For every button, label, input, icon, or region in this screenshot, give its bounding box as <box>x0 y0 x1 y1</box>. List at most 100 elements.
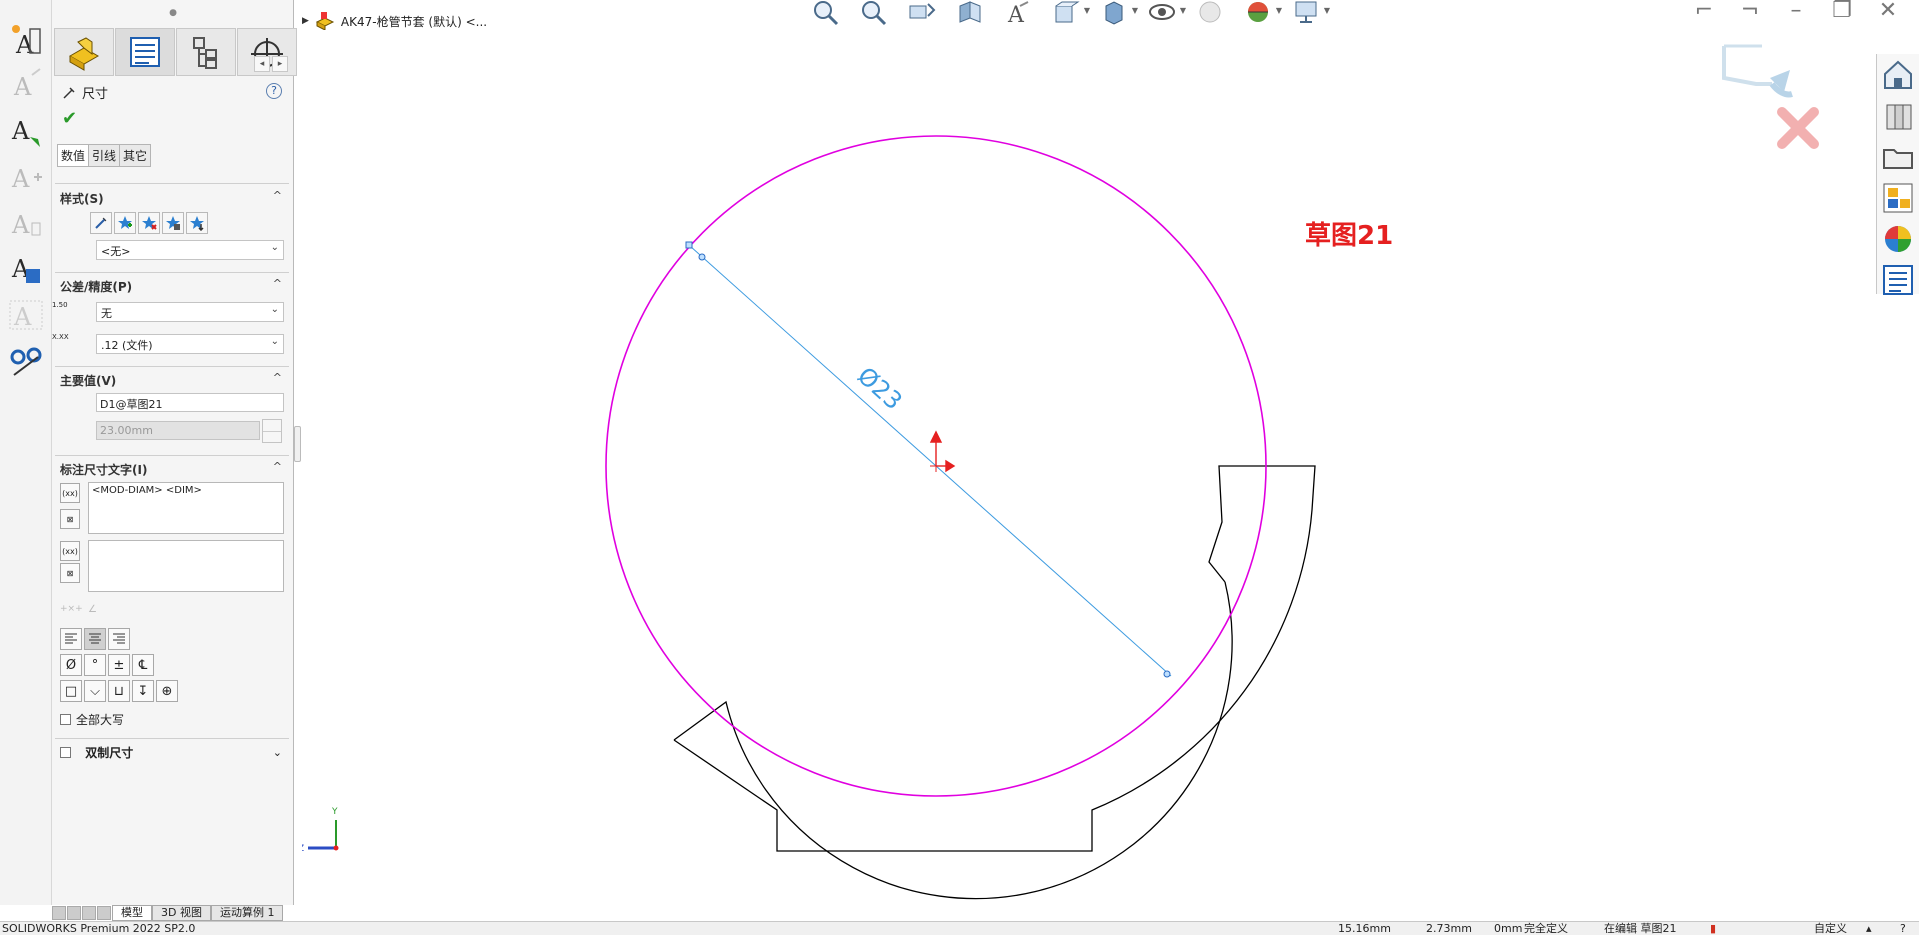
panel-grip[interactable]: ● <box>52 8 294 30</box>
dimension-name-input[interactable]: D1@草图21 <box>96 393 284 412</box>
save-style-icon[interactable] <box>162 212 184 234</box>
collapse-icon[interactable]: ^ <box>273 277 282 290</box>
plus-minus-symbol-button[interactable]: ± <box>108 654 130 676</box>
display-style-icon[interactable]: ▼ <box>1094 0 1138 26</box>
previous-view-icon[interactable] <box>902 0 942 26</box>
dimension-text-group-header[interactable]: 标注尺寸文字(I) ^ <box>60 460 286 478</box>
apply-scene-icon[interactable]: ▼ <box>1238 0 1282 26</box>
load-style-icon[interactable] <box>186 212 208 234</box>
tab-value[interactable]: 数值 <box>57 144 90 167</box>
first-tab-icon[interactable] <box>52 906 66 920</box>
datum-feature-icon[interactable]: A <box>7 250 45 288</box>
tab-3d-views[interactable]: 3D 视图 <box>152 905 211 921</box>
collapse-icon[interactable]: ^ <box>273 460 282 473</box>
balloon-icon[interactable]: A <box>7 64 45 102</box>
units-up-icon[interactable]: ▴ <box>1866 922 1872 935</box>
help-button[interactable]: ? <box>266 83 282 99</box>
weld-symbol-icon[interactable]: A <box>7 158 45 196</box>
apply-default-style-icon[interactable] <box>90 212 112 234</box>
dropdown-arrow-icon[interactable]: ▼ <box>1276 6 1282 15</box>
smart-dimension-note-icon[interactable]: A <box>7 22 45 60</box>
geometric-tolerance-icon[interactable]: A <box>7 296 45 334</box>
dropdown-arrow-icon[interactable]: ▼ <box>1324 6 1330 15</box>
dimension-text-area-2[interactable] <box>88 540 284 592</box>
restore-left-icon[interactable]: ⌐ <box>1690 0 1718 22</box>
tab-scroll-right-icon[interactable]: ▸ <box>272 56 288 72</box>
expand-icon[interactable]: ⌄ <box>273 746 282 759</box>
checkbox-box[interactable] <box>60 714 71 725</box>
restore-icon[interactable]: ❐ <box>1828 0 1856 22</box>
tab-other[interactable]: 其它 <box>119 144 152 167</box>
tab-property-manager[interactable] <box>115 28 175 76</box>
square-symbol-icon[interactable]: □ <box>60 680 82 702</box>
panel-splitter[interactable] <box>294 426 301 462</box>
more-symbols-icon[interactable]: ⊕ <box>156 680 178 702</box>
centerline-symbol-button[interactable]: ℄ <box>132 654 154 676</box>
minimize-icon[interactable]: – <box>1782 0 1810 22</box>
tolerance-group-header[interactable]: 公差/精度(P) ^ <box>60 277 286 295</box>
align-left-icon[interactable] <box>60 628 82 650</box>
surface-finish-icon[interactable]: A <box>7 204 45 242</box>
tab-configuration-manager[interactable] <box>176 28 236 76</box>
dimension-palette-icon[interactable] <box>7 344 45 382</box>
tolerance-type-select[interactable]: 无 ⌄ <box>96 302 284 322</box>
rebuild-icon[interactable]: ▮ <box>1710 922 1716 935</box>
tab-feature-manager[interactable] <box>54 28 114 76</box>
style-select[interactable]: <无> ⌄ <box>96 240 284 260</box>
inspection-dimension-icon-2[interactable]: ⊠ <box>60 563 80 583</box>
dropdown-arrow-icon[interactable]: ▼ <box>1180 6 1186 15</box>
countersink-symbol-icon[interactable]: ⌵ <box>84 680 106 702</box>
solidworks-resources-icon[interactable] <box>1878 55 1918 95</box>
zoom-to-fit-icon[interactable] <box>806 0 846 26</box>
zoom-to-area-icon[interactable] <box>854 0 894 26</box>
prev-tab-icon[interactable] <box>67 906 81 920</box>
file-explorer-icon[interactable] <box>1878 137 1918 177</box>
view-palette-icon[interactable] <box>1878 178 1918 218</box>
graphics-area[interactable]: Ø23 Y Z <box>302 30 1876 905</box>
align-right-icon[interactable] <box>108 628 130 650</box>
tab-scroll-left-icon[interactable]: ◂ <box>254 56 270 72</box>
section-view-icon[interactable] <box>950 0 990 26</box>
tab-leaders[interactable]: 引线 <box>88 144 121 167</box>
add-parenthesis-icon[interactable]: (xx) <box>60 483 80 503</box>
add-style-icon[interactable] <box>114 212 136 234</box>
inspection-dimension-icon[interactable]: ⊠ <box>60 509 80 529</box>
view-orientation-icon[interactable]: ▼ <box>1046 0 1090 26</box>
delete-style-icon[interactable] <box>138 212 160 234</box>
dimension-text[interactable]: Ø23 <box>852 362 908 416</box>
autoballoon-icon[interactable]: A <box>7 112 45 150</box>
design-library-icon[interactable] <box>1878 96 1918 136</box>
last-tab-icon[interactable] <box>97 906 111 920</box>
units-status[interactable]: 自定义 <box>1814 922 1847 935</box>
value-spinner[interactable] <box>262 419 282 443</box>
dropdown-arrow-icon[interactable]: ▼ <box>1084 6 1090 15</box>
counterbore-symbol-icon[interactable]: ⊔ <box>108 680 130 702</box>
hide-show-items-icon[interactable]: ▼ <box>1142 0 1186 26</box>
appearances-scenes-icon[interactable] <box>1878 219 1918 259</box>
restore-right-icon[interactable]: ¬ <box>1736 0 1764 22</box>
style-group-header[interactable]: 样式(S) ^ <box>60 189 286 207</box>
dual-dimension-group-header[interactable]: 双制尺寸 ⌄ <box>60 744 286 761</box>
custom-properties-icon[interactable] <box>1878 260 1918 300</box>
dynamic-annotation-icon[interactable]: A <box>998 0 1038 26</box>
ok-button[interactable]: ✔ <box>62 108 77 129</box>
collapse-icon[interactable]: ^ <box>273 189 282 202</box>
degree-symbol-button[interactable]: ° <box>84 654 106 676</box>
tab-motion-study[interactable]: 运动算例 1 <box>210 905 284 921</box>
help-icon[interactable]: ? <box>1900 922 1906 935</box>
tab-model[interactable]: 模型 <box>112 905 152 921</box>
depth-symbol-icon[interactable]: ↧ <box>132 680 154 702</box>
primary-value-group-header[interactable]: 主要值(V) ^ <box>60 371 286 389</box>
dimension-value-input[interactable]: 23.00mm <box>96 421 260 440</box>
diameter-symbol-button[interactable]: Ø <box>60 654 82 676</box>
close-icon[interactable]: ✕ <box>1874 0 1902 22</box>
all-caps-checkbox[interactable]: 全部大写 <box>60 711 124 728</box>
diameter-dimension[interactable]: Ø23 <box>685 241 1172 678</box>
precision-select[interactable]: .12 (文件) ⌄ <box>96 334 284 354</box>
add-parenthesis-icon-2[interactable]: (xx) <box>60 541 80 561</box>
collapse-icon[interactable]: ^ <box>273 371 282 384</box>
edit-appearance-icon[interactable] <box>1190 0 1230 26</box>
dimension-text-area[interactable]: <MOD-DIAM> <DIM> <box>88 482 284 534</box>
feature-tree-flyout[interactable]: ▶ AK47-枪管节套 (默认) <... <box>302 12 487 30</box>
checkbox-box[interactable] <box>60 747 71 758</box>
